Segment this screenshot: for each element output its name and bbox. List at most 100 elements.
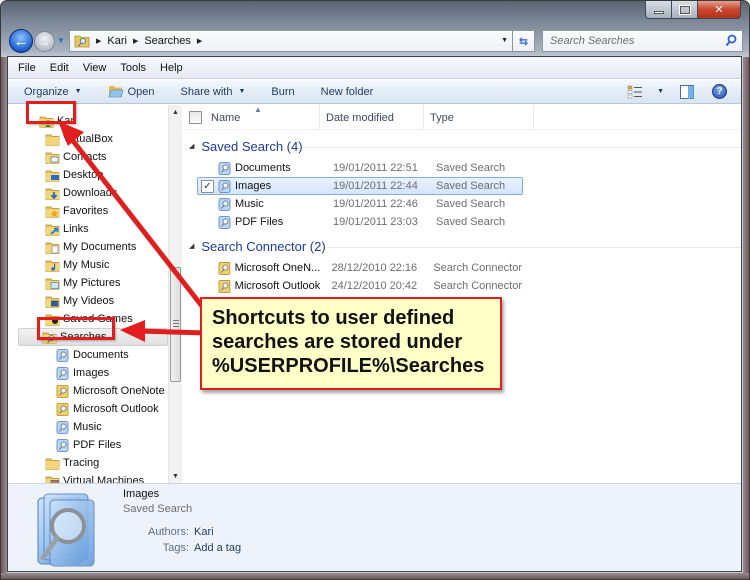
saved-search-icon <box>56 366 69 380</box>
help-icon[interactable]: ? <box>712 84 727 99</box>
navigation-scrollbar[interactable]: ▲ ▼ <box>168 105 182 483</box>
nav-item-label: PDF Files <box>73 439 122 451</box>
favorites-folder-icon <box>45 206 60 218</box>
scrollbar-thumb[interactable] <box>170 267 181 382</box>
nav-item-tracing[interactable]: Tracing <box>45 454 99 472</box>
file-name: Microsoft OneN... <box>234 262 321 274</box>
burn-button[interactable]: Burn <box>271 86 294 98</box>
nav-item-virtual-machines[interactable]: Virtual Machines <box>45 472 144 483</box>
nav-item-label: VirtualBox <box>63 133 113 145</box>
file-type: Saved Search <box>436 162 506 174</box>
file-name: Microsoft Outlook <box>234 280 321 292</box>
recent-pages-button[interactable]: ▼ <box>57 36 65 45</box>
nav-item-downloads[interactable]: Downloads <box>45 184 117 202</box>
nav-item-label: My Music <box>63 259 110 271</box>
nav-item-label: Music <box>73 421 102 433</box>
forward-button[interactable]: → <box>34 31 55 52</box>
details-item-name: Images <box>123 488 160 500</box>
menu-view[interactable]: View <box>83 62 107 74</box>
videos-folder-icon <box>45 296 60 308</box>
window-frame-bottom <box>1 573 749 579</box>
column-header-type[interactable]: Type <box>424 105 534 130</box>
collapse-triangle-icon[interactable]: ◢ <box>189 242 194 250</box>
scroll-down-icon[interactable]: ▼ <box>169 469 182 483</box>
scroll-up-icon[interactable]: ▲ <box>169 105 182 119</box>
nav-item-microsoft-onenote[interactable]: Microsoft OneNote <box>55 382 165 400</box>
address-bar[interactable]: ▶ Kari ▶ Searches ▶ ▼ <box>69 30 513 52</box>
maximize-button[interactable] <box>672 1 698 19</box>
close-button[interactable]: ✕ <box>698 1 741 19</box>
file-date-modified: 19/01/2011 22:44 <box>333 180 418 192</box>
breadcrumb-searches[interactable]: Searches <box>144 35 190 47</box>
nav-item-my-pictures[interactable]: My Pictures <box>45 274 120 292</box>
nav-item-label: Favorites <box>63 205 109 217</box>
explorer-window: ✕ ← → ▼ ▶ Kari ▶ Searches ▶ ▼ ⇆ Search S… <box>0 0 750 580</box>
callout-line-3: %USERPROFILE%\Searches <box>212 355 485 377</box>
nav-item-my-music[interactable]: My Music <box>45 256 109 274</box>
new-folder-button[interactable]: New folder <box>321 86 374 98</box>
search-input[interactable] <box>550 35 720 47</box>
preview-pane-icon[interactable] <box>680 84 694 99</box>
column-header-date-modified[interactable]: Date modified <box>320 105 424 130</box>
tags-value[interactable]: Add a tag <box>194 542 241 554</box>
column-header-name[interactable]: Name ▲ <box>183 105 320 130</box>
menu-edit[interactable]: Edit <box>50 62 69 74</box>
address-dropdown-icon[interactable]: ▼ <box>501 37 508 44</box>
group-title: Search Connector (2) <box>201 238 326 254</box>
row-checkbox[interactable]: ✓ <box>201 179 214 193</box>
nav-item-my-videos[interactable]: My Videos <box>45 292 114 310</box>
menu-file[interactable]: File <box>18 62 36 74</box>
search-icon[interactable] <box>725 34 737 48</box>
nav-item-links[interactable]: Links <box>45 220 89 238</box>
new-folder-label: New folder <box>320 85 374 98</box>
file-row[interactable]: Documents 19/01/2011 22:51 Saved Search <box>197 159 523 177</box>
nav-item-documents[interactable]: Documents <box>55 346 129 364</box>
back-button[interactable]: ← <box>9 29 33 53</box>
nav-item-contacts[interactable]: Contacts <box>45 148 106 166</box>
navigation-row: ← → ▼ ▶ Kari ▶ Searches ▶ ▼ ⇆ <box>9 28 743 54</box>
saved-search-icon <box>56 348 69 362</box>
nav-item-virtualbox[interactable]: VirtualBox <box>45 130 113 148</box>
authors-value[interactable]: Kari <box>194 526 214 538</box>
refresh-button[interactable]: ⇆ <box>513 30 535 52</box>
organize-button[interactable]: Organize ▼ <box>24 86 82 98</box>
nav-item-pdf-files[interactable]: PDF Files <box>55 436 121 454</box>
nav-item-images[interactable]: Images <box>55 364 109 382</box>
nav-item-label: Virtual Machines <box>63 475 145 483</box>
minimize-button[interactable] <box>645 1 672 19</box>
open-button[interactable]: Open <box>108 85 155 98</box>
menu-tools[interactable]: Tools <box>120 62 146 74</box>
file-list: Name ▲ Date modified Type ◢ Saved Search … <box>183 105 741 483</box>
breadcrumb-separator-icon[interactable]: ▶ <box>133 37 138 45</box>
file-row[interactable]: Microsoft Outlook 24/12/2010 20:42 Search … <box>197 277 523 295</box>
menu-help[interactable]: Help <box>160 62 183 74</box>
nav-item-my-documents[interactable]: My Documents <box>45 238 136 256</box>
nav-item-desktop[interactable]: Desktop <box>45 166 103 184</box>
view-options-chevron-icon[interactable]: ▼ <box>657 88 664 95</box>
nav-item-microsoft-outlook[interactable]: Microsoft Outlook <box>55 400 159 418</box>
chevron-down-icon: ▼ <box>57 36 65 45</box>
collapse-triangle-icon[interactable]: ◢ <box>189 142 194 150</box>
breadcrumb-separator-icon[interactable]: ▶ <box>96 37 101 45</box>
share-with-button[interactable]: Share with ▼ <box>181 86 246 98</box>
file-date-modified: 24/12/2010 20:42 <box>331 280 418 292</box>
file-row[interactable]: Microsoft OneN... 28/12/2010 22:16 Search … <box>197 259 523 277</box>
saved-search-icon <box>56 420 69 434</box>
change-view-icon[interactable] <box>627 85 643 99</box>
file-row[interactable]: Music 19/01/2011 22:46 Saved Search <box>197 195 523 213</box>
saved-search-icon <box>218 197 231 211</box>
breadcrumb-kari[interactable]: Kari <box>107 35 127 47</box>
open-label: Open <box>127 85 155 98</box>
breadcrumb-separator-icon[interactable]: ▶ <box>197 37 202 45</box>
group-header[interactable]: ◢ Search Connector (2) <box>189 237 326 255</box>
file-row[interactable]: ✓ Images 19/01/2011 22:44 Saved Search <box>197 177 523 195</box>
file-date-modified: 19/01/2011 22:46 <box>333 198 418 210</box>
file-name: Music <box>235 198 264 210</box>
menu-bar: File Edit View Tools Help <box>8 57 741 79</box>
group-header[interactable]: ◢ Saved Search (4) <box>189 137 303 155</box>
nav-item-music[interactable]: Music <box>55 418 102 436</box>
search-box[interactable] <box>542 30 743 52</box>
nav-item-favorites[interactable]: Favorites <box>45 202 108 220</box>
file-row[interactable]: PDF Files 19/01/2011 23:03 Saved Search <box>197 213 523 231</box>
select-all-checkbox[interactable] <box>189 111 202 124</box>
